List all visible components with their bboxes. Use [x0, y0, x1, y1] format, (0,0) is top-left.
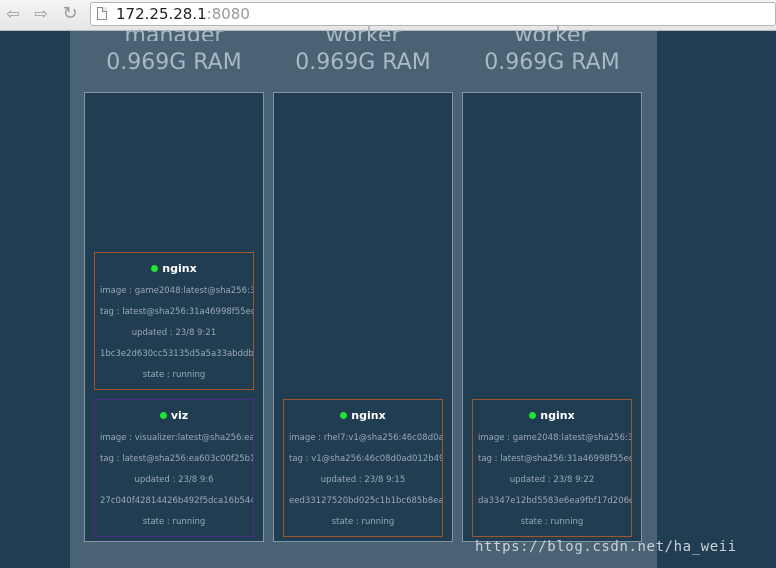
container-updated: updated : 23/8 9:15: [320, 475, 406, 485]
container-updated: updated : 23/8 9:22: [509, 475, 595, 485]
container-tag: tag : v1@sha256:46c08d0ad012b4900: [289, 454, 443, 464]
container-updated: updated : 23/8 9:21: [131, 328, 217, 338]
container-card-nginx[interactable]: nginx image : game2048:latest@sha256:31a…: [94, 252, 254, 390]
page-icon: [97, 7, 107, 20]
node-header-worker-2: worker 0.969G RAM: [462, 25, 642, 77]
status-dot: [529, 412, 537, 419]
container-state: state : running: [142, 370, 206, 380]
back-icon[interactable]: ⇦: [2, 4, 24, 24]
visualizer-panel: manager 0.969G RAM nginx image : game204…: [70, 25, 657, 568]
container-id: eed33127520bd025c1b1bc685b8ea2: [289, 496, 443, 506]
container-id: da3347e12bd5583e6ea9fbf17d206c2: [478, 496, 632, 506]
node-role: worker: [514, 25, 590, 41]
node-header-manager: manager 0.969G RAM: [84, 25, 264, 77]
container-name: viz: [170, 409, 189, 422]
container-card-nginx[interactable]: nginx image : rhel7:v1@sha256:46c08d0ad0…: [283, 399, 443, 537]
node-role: worker: [325, 25, 401, 41]
address-url[interactable]: 172.25.28.1:8080: [116, 5, 250, 23]
container-state: state : running: [142, 517, 206, 527]
container-image: image : rhel7:v1@sha256:46c08d0ad0: [289, 433, 443, 443]
status-dot: [340, 412, 348, 419]
container-name: nginx: [351, 409, 386, 422]
node-ram: 0.969G RAM: [106, 50, 242, 75]
container-tag: tag : latest@sha256:31a46998f55ed03: [100, 307, 254, 317]
container-image: image : game2048:latest@sha256:31a: [478, 433, 632, 443]
forward-icon[interactable]: ⇨: [30, 4, 52, 24]
container-name: nginx: [540, 409, 575, 422]
container-id: 27c040f42814426b492f5dca16b5447: [100, 496, 254, 506]
address-bar[interactable]: 172.25.28.1:8080: [90, 2, 776, 26]
container-image: image : visualizer:latest@sha256:ea60: [100, 433, 254, 443]
node-column-worker-1: nginx image : rhel7:v1@sha256:46c08d0ad0…: [273, 92, 453, 542]
node-header-worker-1: worker 0.969G RAM: [273, 25, 453, 77]
container-tag: tag : latest@sha256:31a46998f55ed03: [478, 454, 632, 464]
node-role: manager: [124, 25, 224, 41]
container-image: image : game2048:latest@sha256:31a: [100, 286, 254, 296]
container-id: 1bc3e2d630cc53135d5a5a33abddb9: [100, 349, 254, 359]
container-updated: updated : 23/8 9:6: [134, 475, 214, 485]
node-ram: 0.969G RAM: [295, 50, 431, 75]
container-state: state : running: [520, 517, 584, 527]
watermark: https://blog.csdn.net/ha_weii: [475, 539, 737, 555]
status-dot: [151, 265, 159, 272]
container-card-viz[interactable]: viz image : visualizer:latest@sha256:ea6…: [94, 399, 254, 537]
node-column-manager: nginx image : game2048:latest@sha256:31a…: [84, 92, 264, 542]
container-tag: tag : latest@sha256:ea603c00f25b18c: [100, 454, 254, 464]
node-column-worker-2: nginx image : game2048:latest@sha256:31a…: [462, 92, 642, 542]
container-name: nginx: [162, 262, 197, 275]
url-host: 172.25.28.1: [116, 5, 207, 23]
reload-icon[interactable]: ↻: [59, 4, 81, 24]
url-port: :8080: [206, 5, 250, 23]
status-dot: [159, 412, 167, 419]
container-state: state : running: [331, 517, 395, 527]
node-ram: 0.969G RAM: [484, 50, 620, 75]
container-card-nginx[interactable]: nginx image : game2048:latest@sha256:31a…: [472, 399, 632, 537]
